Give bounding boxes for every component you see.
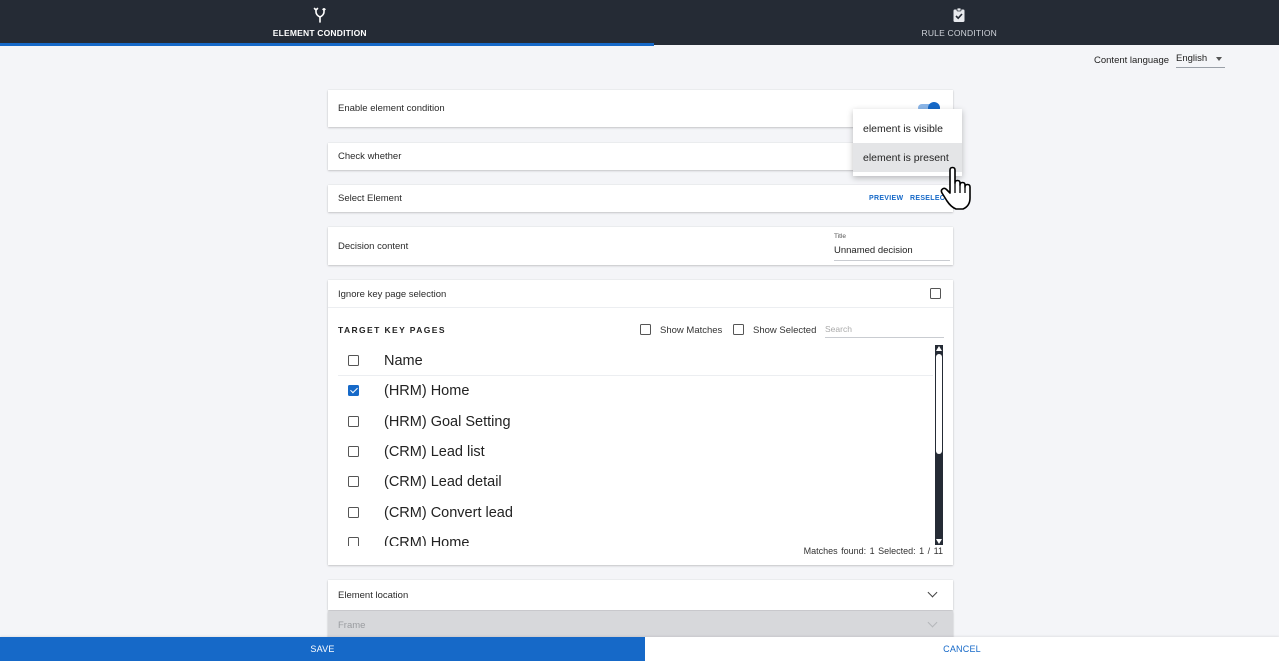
active-tab-indicator <box>0 43 654 46</box>
list-item[interactable]: (HRM) Home <box>338 376 933 406</box>
row-checkbox[interactable] <box>348 416 359 427</box>
row-name: (CRM) Home <box>384 535 470 546</box>
tab-rule-condition[interactable]: RULE CONDITION <box>640 0 1279 45</box>
decision-content-label: Decision content <box>338 241 409 252</box>
tab-element-condition[interactable]: ELEMENT CONDITION <box>0 0 640 45</box>
key-pages-card: Ignore key page selection TARGET KEY PAG… <box>328 280 953 565</box>
title-field-caption: Title <box>834 233 847 240</box>
list-item[interactable]: (CRM) Lead list <box>338 437 933 467</box>
check-whether-dropdown-menu: element is visible element is present <box>853 109 962 176</box>
cancel-button[interactable]: CANCEL <box>645 637 1279 661</box>
element-location-label: Element location <box>338 590 409 601</box>
show-matches-checkbox[interactable] <box>640 324 651 335</box>
select-element-label: Select Element <box>338 193 402 204</box>
row-checkbox[interactable] <box>348 507 359 518</box>
bottom-action-bar: SAVE CANCEL <box>0 637 1279 661</box>
menu-item-element-visible[interactable]: element is visible <box>853 114 962 143</box>
list-item[interactable]: (HRM) Goal Setting <box>338 407 933 437</box>
frame-label: Frame <box>338 620 366 631</box>
row-name: (CRM) Lead detail <box>384 474 502 490</box>
select-element-card: Select Element PREVIEW RESELECT <box>328 185 953 212</box>
check-whether-label: Check whether <box>338 151 402 162</box>
reselect-button[interactable]: RESELECT <box>910 195 950 202</box>
divider <box>328 307 953 308</box>
row-name: (CRM) Lead list <box>384 444 485 460</box>
column-header-name: Name <box>384 353 423 369</box>
tab-element-condition-label: ELEMENT CONDITION <box>272 28 367 38</box>
decision-title-field[interactable]: Title Unnamed decision <box>834 233 950 261</box>
row-name: (HRM) Goal Setting <box>384 414 511 430</box>
row-checkbox[interactable] <box>348 537 359 546</box>
save-button[interactable]: SAVE <box>0 637 645 661</box>
list-footer-status: Matches found: 1 Selected: 1 / 11 <box>803 546 943 556</box>
ignore-key-page-checkbox[interactable] <box>930 288 941 299</box>
title-field-value[interactable]: Unnamed decision <box>834 245 950 261</box>
scroll-down-arrow-icon[interactable] <box>936 539 942 544</box>
menu-item-element-present[interactable]: element is present <box>853 143 962 172</box>
list-item[interactable]: (CRM) Lead detail <box>338 467 933 497</box>
show-selected-label: Show Selected <box>753 325 817 336</box>
ignore-key-page-label: Ignore key page selection <box>338 289 447 300</box>
select-all-checkbox[interactable] <box>348 355 359 366</box>
list-scrollbar[interactable] <box>935 345 943 545</box>
content-language-select[interactable]: English <box>1176 53 1226 68</box>
row-name: (HRM) Home <box>384 383 470 399</box>
row-checkbox[interactable] <box>348 446 359 457</box>
content-language: Content language English <box>1094 53 1226 68</box>
caret-down-icon <box>1216 56 1223 61</box>
clipboard-check-icon <box>953 7 965 22</box>
row-checkbox[interactable] <box>348 385 359 396</box>
preview-button[interactable]: PREVIEW <box>869 195 903 202</box>
tab-rule-condition-label: RULE CONDITION <box>921 28 998 38</box>
fork-icon <box>313 7 326 23</box>
element-location-card[interactable]: Element location <box>328 580 953 610</box>
row-name: (CRM) Convert lead <box>384 505 513 521</box>
row-checkbox[interactable] <box>348 476 359 487</box>
chevron-down-icon <box>927 617 938 628</box>
list-item[interactable]: (CRM) Convert lead <box>338 498 933 528</box>
frame-card: Frame <box>328 611 953 638</box>
decision-content-card: Decision content Title Unnamed decision <box>328 227 953 265</box>
show-selected-checkbox[interactable] <box>733 324 744 335</box>
list-header-row: Name <box>338 346 933 376</box>
enable-condition-label: Enable element condition <box>338 103 445 114</box>
top-tab-bar: ELEMENT CONDITION RULE CONDITION <box>0 0 1279 46</box>
list-item[interactable]: (CRM) Home <box>338 528 933 546</box>
scrollbar-thumb[interactable] <box>936 354 942 454</box>
target-key-pages-heading: TARGET KEY PAGES <box>338 325 446 335</box>
scroll-up-arrow-icon[interactable] <box>936 346 942 351</box>
content-language-value: English <box>1176 53 1208 64</box>
show-matches-label: Show Matches <box>660 325 723 336</box>
content-language-label: Content language <box>1094 55 1170 66</box>
key-pages-list: Name (HRM) Home (HRM) Goal Setting (CRM)… <box>338 346 943 546</box>
chevron-down-icon[interactable] <box>927 587 938 598</box>
search-input[interactable]: Search <box>825 324 944 338</box>
